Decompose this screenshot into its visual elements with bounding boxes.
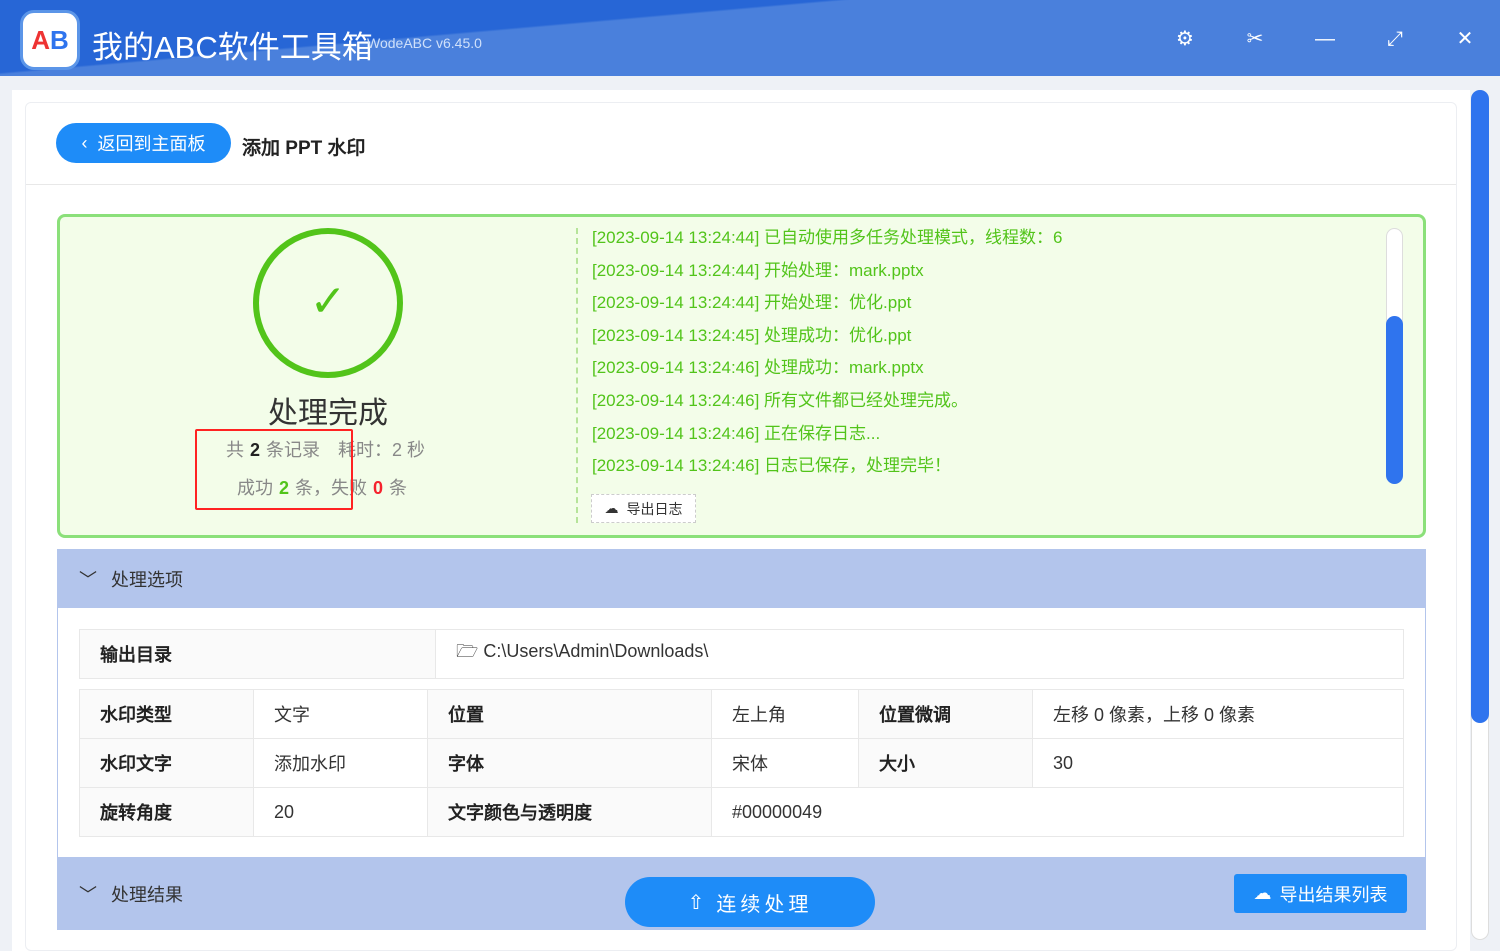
folder-icon: 🗁 <box>456 641 484 661</box>
options-section-header[interactable]: ﹀ 处理选项 <box>57 549 1426 608</box>
cell-value: 20 <box>253 787 428 837</box>
cell-value: 左移 0 像素，上移 0 像素 <box>1032 689 1404 739</box>
cell-value: 文字 <box>253 689 428 739</box>
log-line: [2023-09-14 13:24:46] 处理成功：mark.pptx <box>592 358 924 378</box>
log-line: [2023-09-14 13:24:44] 已自动使用多任务处理模式，线程数：6 <box>592 228 1063 247</box>
chevron-down-icon: ﹀ <box>79 569 97 590</box>
app-version: WodeABC v6.45.0 <box>367 35 482 51</box>
log-line: [2023-09-14 13:24:44] 开始处理：优化.ppt <box>592 293 912 313</box>
cloud-upload-icon: ☁ <box>604 500 619 516</box>
label: 条 <box>389 478 408 498</box>
table-row: 水印文字 添加水印 字体 宋体 大小 30 <box>79 738 1404 788</box>
table-row: 水印类型 文字 位置 左上角 位置微调 左移 0 像素，上移 0 像素 <box>79 689 1404 739</box>
cell-label: 文字颜色与透明度 <box>427 787 712 837</box>
section-title: 处理选项 <box>111 569 183 590</box>
status-text: 处理完成 <box>268 397 388 430</box>
close-icon[interactable]: ✕ <box>1452 26 1478 52</box>
log-line: [2023-09-14 13:24:46] 正在保存日志... <box>592 423 881 443</box>
continue-button[interactable]: ⇧ 连续处理 <box>625 877 875 927</box>
cell-label: 字体 <box>427 738 712 788</box>
check-circle-icon: ✓ <box>253 228 403 378</box>
minimize-icon[interactable]: — <box>1312 26 1338 52</box>
section-title: 处理结果 <box>111 885 183 905</box>
log-line: [2023-09-14 13:24:46] 日志已保存，处理完毕！ <box>592 456 952 476</box>
chevron-down-icon: ﹀ <box>79 885 97 905</box>
log-line: [2023-09-14 13:24:45] 处理成功：优化.ppt <box>592 325 912 345</box>
divider <box>576 228 578 523</box>
app-logo: AB <box>20 10 80 70</box>
rocket-icon: ⇧ <box>687 891 709 914</box>
divider <box>26 184 1456 185</box>
export-log-button[interactable]: ☁ 导出日志 <box>591 494 696 523</box>
cell-value: 宋体 <box>711 738 859 788</box>
maximize-icon[interactable]: ⤢ <box>1382 26 1408 52</box>
output-dir-table: 输出目录 🗁 C:\Users\Admin\Downloads\ <box>79 629 1404 679</box>
continue-label: 连续处理 <box>716 893 813 916</box>
cell-label: 旋转角度 <box>79 787 254 837</box>
options-table: 水印类型 文字 位置 左上角 位置微调 左移 0 像素，上移 0 像素 水印文字 添加水印字… <box>79 689 1404 837</box>
cell-value: 添加水印 <box>253 738 428 788</box>
cell-label: 水印文字 <box>79 738 254 788</box>
export-log-label: 导出日志 <box>626 500 683 517</box>
export-results-button[interactable]: ☁ 导出结果列表 <box>1234 874 1407 913</box>
chevron-left-icon: ‹ <box>81 132 88 153</box>
cell-value: 左上角 <box>711 689 859 739</box>
scissors-icon[interactable]: ✂ <box>1242 26 1268 52</box>
cell-value: #00000049 <box>711 787 1404 837</box>
cloud-upload-icon: ☁ <box>1253 883 1272 903</box>
settings-icon[interactable]: ⚙ <box>1172 26 1198 52</box>
output-dir-path: C:\Users\Admin\Downloads\ <box>483 641 709 661</box>
back-label: 返回到主面板 <box>97 134 206 154</box>
cell-label: 位置微调 <box>858 689 1033 739</box>
log-line: [2023-09-14 13:24:44] 开始处理：mark.pptx <box>592 260 924 280</box>
table-row: 旋转角度 20 文字颜色与透明度 #00000049 <box>79 787 1404 837</box>
fail-count: 0 <box>373 478 384 498</box>
back-button[interactable]: ‹ 返回到主面板 <box>56 123 231 163</box>
cell-value: 30 <box>1032 738 1404 788</box>
cell-label: 大小 <box>858 738 1033 788</box>
log-scrollbar-thumb[interactable] <box>1386 316 1403 484</box>
page-scrollbar-thumb[interactable] <box>1471 90 1489 723</box>
page-title: 添加 PPT 水印 <box>242 138 366 159</box>
output-dir-label: 输出目录 <box>79 629 436 679</box>
log-list: [2023-09-14 13:24:44] 已自动使用多任务处理模式，线程数：6… <box>592 226 1062 487</box>
output-dir-value: 🗁 C:\Users\Admin\Downloads\ <box>435 629 1404 679</box>
cell-label: 位置 <box>427 689 712 739</box>
log-line: [2023-09-14 13:24:46] 所有文件都已经处理完成。 <box>592 390 969 410</box>
cell-label: 水印类型 <box>79 689 254 739</box>
app-title: 我的ABC软件工具箱 <box>92 30 373 65</box>
export-results-label: 导出结果列表 <box>1279 884 1388 905</box>
highlight-box <box>195 429 353 510</box>
